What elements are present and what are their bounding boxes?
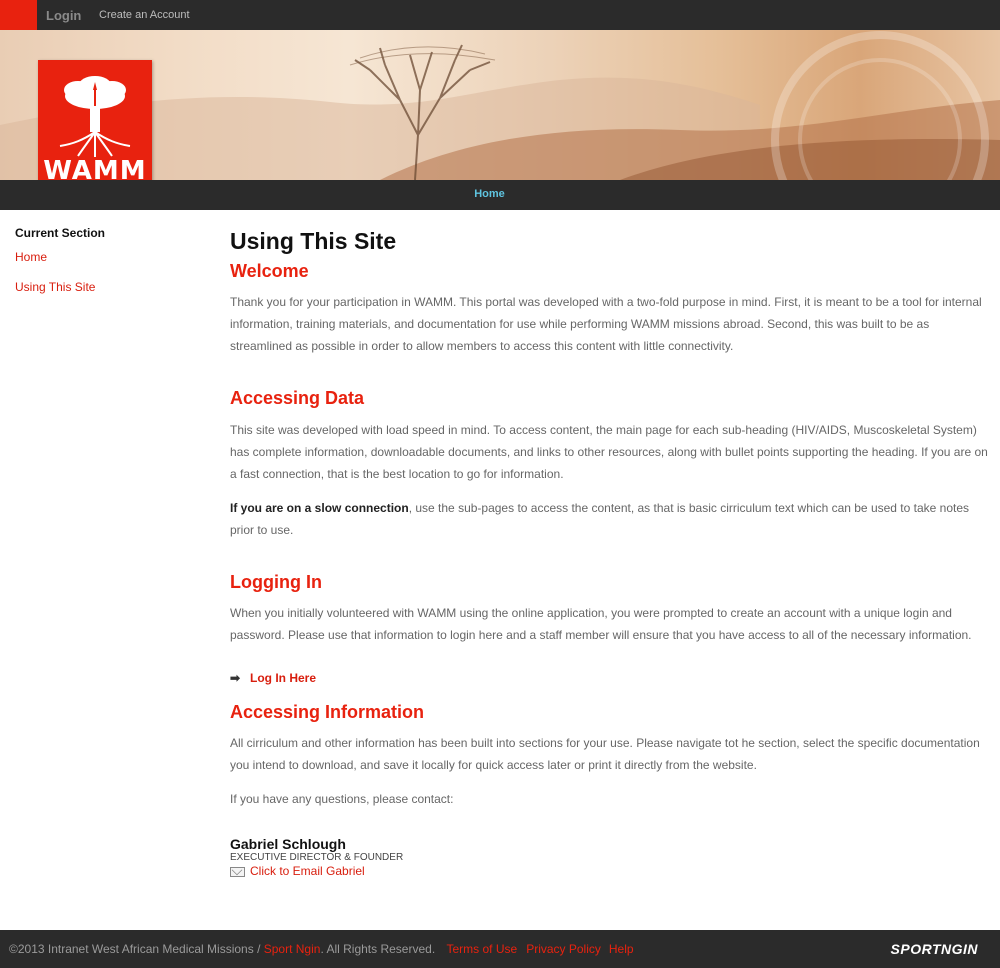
top-bar: Login Create an Account [0, 0, 1000, 30]
welcome-heading: Welcome [230, 261, 309, 281]
login-link[interactable]: Login [46, 8, 81, 23]
logging-in-heading: Logging In [230, 572, 322, 592]
arrow-right-icon: ➡ [230, 671, 241, 685]
help-link[interactable]: Help [609, 942, 634, 956]
slow-connection-emphasis: If you are on a slow connection [230, 501, 409, 515]
nav-home-link[interactable]: Home [0, 188, 979, 200]
email-contact-label: Click to Email Gabriel [250, 864, 365, 878]
sidebar-item-home[interactable]: Home [15, 250, 205, 264]
page-title: Using This Site [230, 228, 397, 254]
contact-role: EXECUTIVE DIRECTOR & FOUNDER [230, 852, 404, 863]
copyright-text: ©2013 Intranet West African Medical Miss… [9, 942, 264, 956]
log-in-here-link[interactable]: ➡ Log In Here [230, 671, 990, 685]
main-nav: Home [0, 180, 1000, 210]
welcome-text: Thank you for your participation in WAMM… [230, 295, 982, 353]
red-corner-tab [0, 0, 37, 30]
sidebar-heading: Current Section [15, 226, 106, 240]
sportngin-logo[interactable]: SPORTNGIN [891, 941, 978, 957]
accessing-data-text: This site was developed with load speed … [230, 423, 988, 481]
envelope-icon [230, 866, 245, 877]
rights-text: . All Rights Reserved. [320, 942, 436, 956]
main-content: Using This Site Welcome Thank you for yo… [230, 228, 990, 879]
email-contact-link[interactable]: Click to Email Gabriel [230, 864, 990, 879]
accessing-info-heading: Accessing Information [230, 702, 425, 722]
create-account-link[interactable]: Create an Account [99, 9, 190, 21]
logo-text: WAMM [43, 156, 147, 180]
logging-in-text: When you initially volunteered with WAMM… [230, 606, 972, 642]
accessing-info-text: All cirriculum and other information has… [230, 736, 980, 772]
sidebar-item-using-this-site[interactable]: Using This Site [15, 280, 205, 294]
log-in-here-label: Log In Here [250, 671, 317, 685]
terms-of-use-link[interactable]: Terms of Use [447, 942, 518, 956]
contact-block: Gabriel Schlough EXECUTIVE DIRECTOR & FO… [230, 836, 990, 879]
wamm-logo[interactable]: WAMM [38, 60, 152, 180]
footer-copyright: ©2013 Intranet West African Medical Miss… [9, 942, 634, 956]
tree-logo-icon [59, 76, 131, 157]
accessing-data-heading: Accessing Data [230, 388, 365, 408]
questions-text: If you have any questions, please contac… [230, 792, 454, 806]
slow-connection-text: If you are on a slow connection, use the… [230, 497, 990, 541]
footer: ©2013 Intranet West African Medical Miss… [0, 930, 1000, 968]
contact-name: Gabriel Schlough [230, 836, 346, 852]
header-banner: WAMM [0, 30, 1000, 180]
sidebar: Current Section Home Using This Site [15, 226, 205, 310]
privacy-policy-link[interactable]: Privacy Policy [526, 942, 601, 956]
sport-ngin-link[interactable]: Sport Ngin [264, 942, 321, 956]
